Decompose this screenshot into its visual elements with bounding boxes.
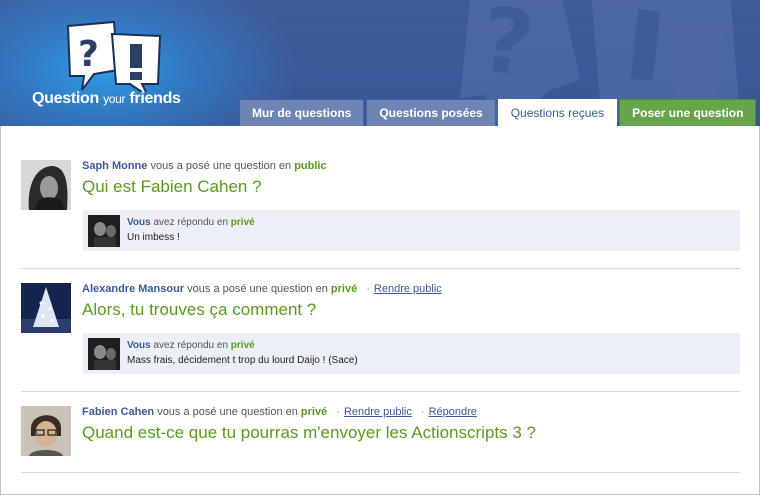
tab-questions-recues[interactable]: Questions reçues [497,99,618,126]
visibility-label: privé [330,283,358,295]
separator-dot: · [366,283,370,295]
tab-questions-posees[interactable]: Questions posées [366,99,496,126]
answerer-avatar[interactable] [88,338,120,370]
answer-box: Vous avez répondu en privé Un imbess ! [83,210,740,251]
tab-bar: Mur de questions Questions posées Questi… [239,99,758,126]
asked-text: vous a posé une question en [187,283,328,295]
tab-poser-une-question[interactable]: Poser une question [619,99,757,126]
answerer-name[interactable]: Vous [127,340,151,351]
logo-word-friends: friends [129,90,181,107]
question-text: Qui est Fabien Cahen ? [82,177,262,196]
asked-text: vous a posé une question en [157,406,298,418]
answer-meta: Vous avez répondu en privé [127,217,255,228]
questions-list: Saph Monne vous a posé une question en p… [0,126,760,495]
answer-box: Vous avez répondu en privé Mass frais, d… [83,333,740,374]
visibility-label: public [294,160,327,172]
question-item: Alexandre Mansour vous a posé une questi… [21,283,740,392]
svg-text:?: ? [78,34,99,75]
visibility-label: privé [300,406,328,418]
question-text: Quand est-ce que tu pourras m'envoyer le… [82,423,536,442]
replied-text: avez répondu en [153,340,229,351]
answerer-avatar[interactable] [88,215,120,247]
question-meta: Saph Monne vous a posé une question en p… [82,160,327,172]
tab-mur-de-questions[interactable]: Mur de questions [239,99,365,126]
logo-icon: ? [66,20,162,92]
answer-text: Mass frais, décidement t trop du lourd D… [127,355,358,366]
asker-name[interactable]: Fabien Cahen [82,406,154,418]
replied-text: avez répondu en [153,217,229,228]
make-public-link[interactable]: Rendre public [344,406,412,418]
separator-dot: · [336,406,340,418]
asker-name[interactable]: Alexandre Mansour [82,283,184,295]
asker-name[interactable]: Saph Monne [82,160,147,172]
logo-word-question: Question [32,90,99,107]
header: ? ? Question your friends Mur de questio… [0,0,760,126]
answer-visibility: privé [230,217,255,228]
question-meta: Fabien Cahen vous a posé une question en… [82,406,477,418]
separator-dot: · [420,406,425,418]
logo-wordmark: Question your friends [32,90,181,108]
asker-avatar[interactable] [21,160,71,210]
asked-text: vous a posé une question en [150,160,292,172]
question-item: Fabien Cahen vous a posé une question en… [21,406,740,473]
answer-text: Un imbess ! [127,232,180,243]
make-public-link[interactable]: Rendre public [374,283,442,295]
question-meta: Alexandre Mansour vous a posé une questi… [82,283,442,295]
question-item: Saph Monne vous a posé une question en p… [21,160,740,269]
logo-word-your: your [103,92,126,106]
answer-meta: Vous avez répondu en privé [127,340,255,351]
asker-avatar[interactable] [21,283,71,333]
answerer-name[interactable]: Vous [127,217,151,228]
answer-visibility: privé [230,340,255,351]
reply-link[interactable]: Répondre [429,406,477,418]
asker-avatar[interactable] [21,406,71,456]
question-text: Alors, tu trouves ça comment ? [82,300,317,319]
